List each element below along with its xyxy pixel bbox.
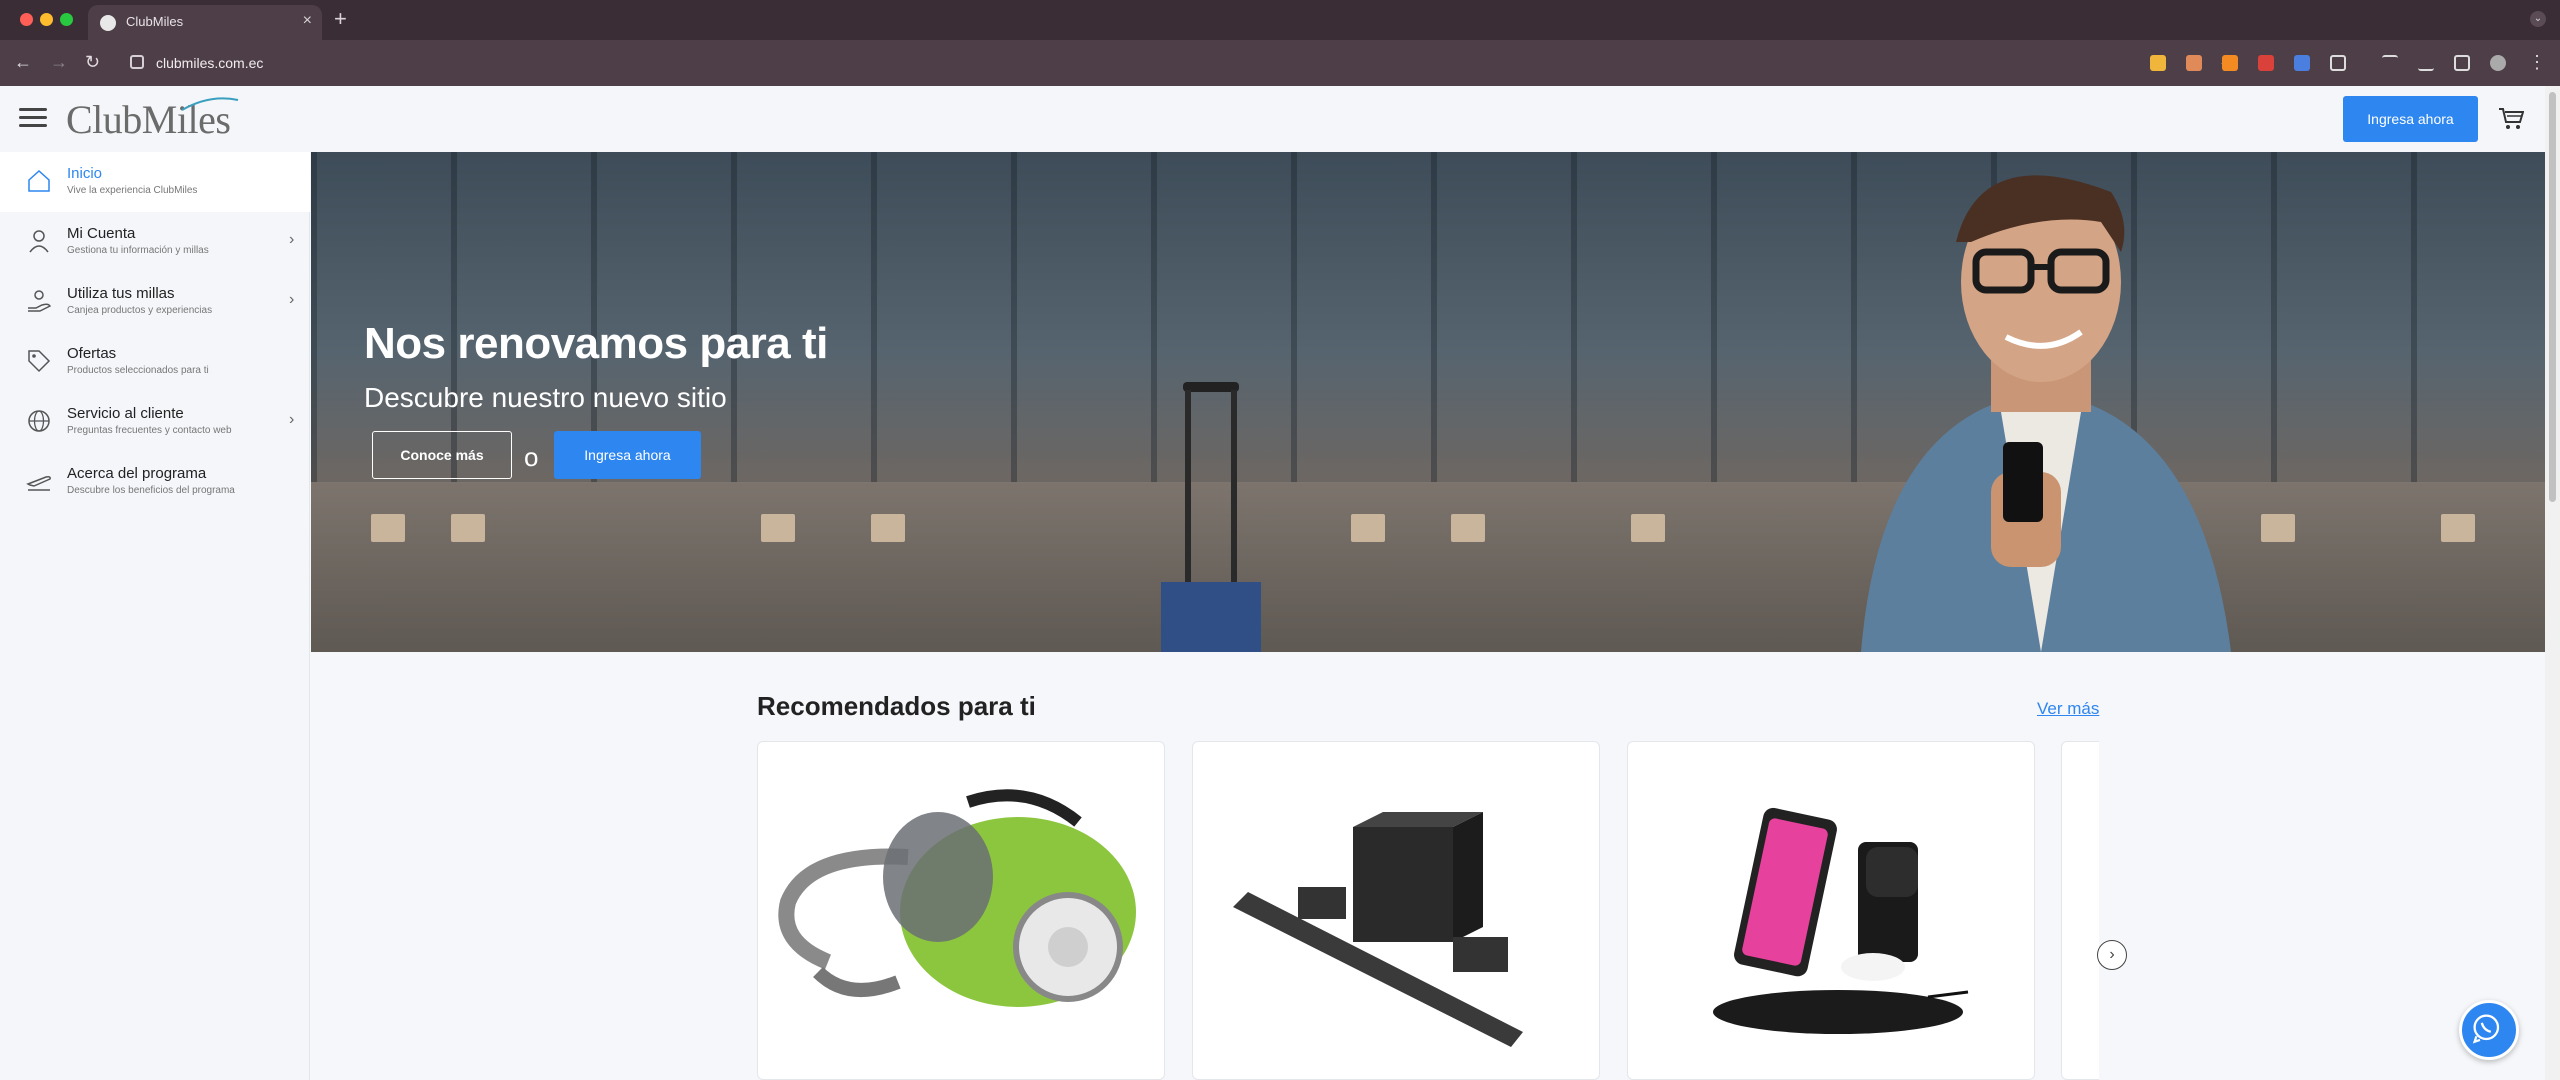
tab-close-icon[interactable]: × — [303, 12, 312, 30]
chat-support-button[interactable] — [2459, 1000, 2519, 1060]
tab-title: ClubMiles — [126, 14, 184, 29]
extensions-puzzle-icon[interactable] — [2330, 55, 2346, 71]
browser-tab[interactable]: ClubMiles × — [88, 5, 322, 40]
hero-banner: Nos renovamos para ti Descubre nuestro n… — [311, 152, 2545, 652]
hero-bollard — [1351, 514, 1385, 542]
hero-bollard — [871, 514, 905, 542]
url-text[interactable]: clubmiles.com.ec — [156, 55, 263, 71]
extension-icon[interactable] — [2222, 55, 2238, 71]
sidebar-item-description: Vive la experiencia ClubMiles — [67, 185, 198, 196]
hero-suitcase-image — [1161, 382, 1261, 652]
minimize-window-button[interactable] — [40, 13, 53, 26]
hero-login-button[interactable]: Ingresa ahora — [554, 431, 701, 479]
sidebar-item-mi-cuenta[interactable]: Mi Cuenta Gestiona tu información y mill… — [0, 212, 310, 272]
page-scrollbar[interactable] — [2545, 86, 2560, 1080]
site-info-icon[interactable] — [130, 55, 144, 69]
scrollbar-thumb[interactable] — [2549, 92, 2556, 502]
chevron-right-icon: › — [289, 231, 295, 248]
chevron-right-icon: › — [289, 291, 295, 308]
sidebar-item-label: Mi Cuenta — [67, 225, 136, 242]
extension-icon[interactable] — [2186, 55, 2202, 71]
sidebar-item-description: Preguntas frecuentes y contacto web — [67, 425, 232, 436]
back-icon[interactable]: ← — [14, 52, 32, 73]
sidebar-item-description: Productos seleccionados para ti — [67, 365, 209, 376]
forward-icon[interactable]: → — [50, 52, 68, 73]
sidebar-nav: Inicio Vive la experiencia ClubMiles Mi … — [0, 152, 310, 1080]
hero-bollard — [1451, 514, 1485, 542]
sidebar-item-inicio[interactable]: Inicio Vive la experiencia ClubMiles — [0, 152, 310, 212]
plane-icon — [26, 476, 51, 491]
hero-bollard — [761, 514, 795, 542]
hero-bollard — [2261, 514, 2295, 542]
extension-icon[interactable] — [2294, 55, 2310, 71]
extension-icon[interactable] — [2150, 55, 2166, 71]
recommended-title: Recomendados para ti — [757, 691, 1036, 721]
sidebar-item-acerca-programa[interactable]: Acerca del programa Descubre los benefic… — [0, 452, 310, 512]
extension-icon[interactable] — [2258, 55, 2274, 71]
hamburger-menu-icon[interactable] — [19, 108, 47, 128]
carousel-next-icon[interactable]: › — [2097, 940, 2127, 970]
sidebar-item-label: Utiliza tus millas — [67, 285, 175, 302]
reload-icon[interactable]: ↻ — [85, 52, 100, 73]
sidebar-item-description: Canjea productos y experiencias — [67, 305, 213, 316]
hero-bollard — [1631, 514, 1665, 542]
site-header: ClubMiles Ingresa ahora — [0, 86, 2545, 152]
sidebar-item-ofertas[interactable]: Ofertas Productos seleccionados para ti — [0, 332, 310, 392]
product-card-partial[interactable] — [2061, 741, 2099, 1080]
hero-subtitle: Descubre nuestro nuevo sitio — [364, 382, 727, 413]
hero-bollard — [2441, 514, 2475, 542]
browser-tabstrip: ClubMiles × + ⌄ — [0, 0, 2560, 40]
logo-swoosh-icon — [181, 97, 239, 111]
soundbar-system-image — [1233, 812, 1523, 1047]
browser-toolbar: ← → ↻ clubmiles.com.ec ☆ ⋮ — [0, 40, 2560, 86]
new-tab-button[interactable]: + — [334, 6, 347, 32]
maximize-window-button[interactable] — [60, 13, 73, 26]
whatsapp-icon — [2472, 1014, 2500, 1044]
reading-list-icon[interactable] — [2382, 55, 2398, 71]
sidebar-item-label: Inicio — [67, 165, 103, 182]
redeem-hand-icon — [28, 290, 52, 312]
cart-icon[interactable] — [2498, 106, 2524, 130]
product-card[interactable] — [1192, 741, 1600, 1080]
tab-search-icon[interactable]: ⌄ — [2530, 11, 2546, 27]
sidebar-item-description: Gestiona tu información y millas — [67, 245, 209, 256]
see-more-link[interactable]: Ver más — [2037, 699, 2099, 719]
learn-more-button[interactable]: Conoce más — [372, 431, 512, 479]
wireless-charging-station-image — [1713, 807, 1969, 1034]
user-icon — [29, 230, 49, 253]
tag-icon — [28, 350, 51, 373]
chevron-right-icon: › — [289, 411, 295, 428]
side-panel-icon[interactable] — [2454, 55, 2470, 71]
close-window-button[interactable] — [20, 13, 33, 26]
favicon-icon — [100, 15, 116, 31]
product-card[interactable] — [1627, 741, 2035, 1080]
vacuum-cleaner-image — [778, 789, 1136, 1007]
sidebar-item-utiliza-millas[interactable]: Utiliza tus millas Canjea productos y ex… — [0, 272, 310, 332]
header-login-button[interactable]: Ingresa ahora — [2343, 96, 2478, 142]
download-icon[interactable] — [2418, 55, 2434, 71]
globe-icon — [28, 410, 50, 432]
product-card[interactable] — [757, 741, 1165, 1080]
profile-avatar[interactable] — [2490, 55, 2506, 71]
home-icon — [28, 169, 50, 192]
hero-bollard — [451, 514, 485, 542]
sidebar-item-servicio-cliente[interactable]: Servicio al cliente Preguntas frecuentes… — [0, 392, 310, 452]
sidebar-item-label: Servicio al cliente — [67, 405, 184, 422]
hero-separator-text: o — [524, 442, 539, 472]
hero-bollard — [371, 514, 405, 542]
sidebar-item-label: Ofertas — [67, 345, 117, 362]
browser-menu-icon[interactable]: ⋮ — [2528, 52, 2546, 73]
hero-person-image — [1861, 175, 2231, 652]
sidebar-item-description: Descubre los beneficios del programa — [67, 485, 235, 496]
sidebar-item-label: Acerca del programa — [67, 465, 207, 482]
address-bar[interactable]: clubmiles.com.ec ☆ — [120, 47, 2236, 79]
hero-title: Nos renovamos para ti — [364, 319, 828, 368]
